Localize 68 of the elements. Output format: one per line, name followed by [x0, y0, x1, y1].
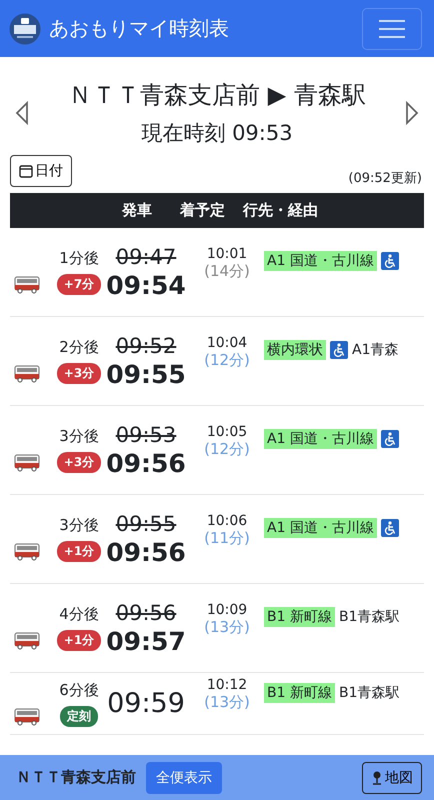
show-all-button[interactable]: 全便表示: [146, 762, 222, 794]
column-header: 発車: [122, 201, 152, 220]
travel-duration: (14分): [204, 262, 250, 280]
scheduled-time: 09:53: [116, 422, 176, 446]
next-arrow-icon[interactable]: [404, 101, 420, 125]
column-header: 着予定: [180, 201, 225, 220]
travel-duration: (12分): [204, 440, 250, 458]
pin-icon: [371, 770, 383, 786]
app-title: あおもりマイ時刻表: [49, 15, 229, 42]
destination: B1青森駅: [338, 684, 400, 702]
wait-time: 3分後: [59, 427, 99, 446]
route-label: B1 新町線: [264, 682, 335, 702]
arrival-time: 10:06: [206, 512, 248, 528]
delay-badge: +1分: [56, 630, 102, 651]
scheduled-time: 09:47: [116, 244, 176, 268]
wait-time: 4分後: [59, 605, 99, 624]
bus-icon: [14, 276, 40, 294]
route-label: B1 新町線: [264, 607, 335, 627]
wait-time: 2分後: [59, 338, 99, 357]
wait-time: 6分後: [59, 680, 99, 700]
wait-time: 3分後: [59, 516, 99, 535]
previous-arrow-icon[interactable]: [14, 101, 30, 125]
route-label: A1 国道・古川線: [264, 251, 377, 271]
stop-name: ＮＴＴ青森支店前: [16, 768, 136, 787]
current-time: 現在時刻 09:53: [141, 120, 293, 147]
scheduled-time: 09:55: [116, 512, 176, 536]
bus-icon: [14, 632, 40, 650]
update-time: (09:52更新): [348, 170, 422, 187]
departure-time: 09:55: [106, 360, 186, 388]
departure-time: 09:56: [106, 538, 186, 566]
map-button[interactable]: 地図: [362, 762, 422, 794]
arrival-time: 10:01: [206, 246, 248, 262]
logo-icon: [9, 12, 41, 44]
travel-duration: (13分): [204, 618, 250, 636]
delay-badge: +1分: [56, 541, 102, 562]
scheduled-time: 09:52: [116, 334, 176, 358]
departure-time: 09:54: [106, 270, 186, 300]
wait-time: 1分後: [59, 249, 99, 268]
menu-icon: [379, 18, 405, 38]
departure-time: 09:57: [106, 626, 186, 656]
travel-duration: (11分): [204, 528, 250, 548]
bus-icon: [14, 543, 40, 561]
bus-icon: [14, 365, 40, 383]
arrival-time: 10:09: [206, 602, 248, 618]
delay-badge: +3分: [56, 363, 102, 384]
delay-badge: +7分: [56, 274, 102, 295]
travel-duration: (12分): [204, 350, 250, 370]
arrival-time: 10:05: [206, 424, 248, 440]
arrival-time: 10:04: [206, 334, 248, 350]
calendar-icon: [19, 164, 33, 178]
route-label: A1 国道・古川線: [264, 518, 377, 538]
departure-time: 09:59: [107, 688, 185, 719]
delay-badge: +3分: [56, 452, 102, 473]
column-header: 行先・経由: [243, 201, 318, 220]
delay-badge: 定刻: [60, 706, 98, 726]
travel-duration: (13分): [204, 693, 250, 712]
bus-icon: [14, 454, 40, 472]
route-label: 横内環状: [264, 340, 326, 360]
bus-icon: [14, 708, 40, 726]
route-label: A1 国道・古川線: [264, 429, 377, 449]
date-button[interactable]: 日付: [10, 155, 72, 187]
route-title: ＮＴＴ青森支店前 ▶ 青森駅: [68, 80, 366, 111]
arrival-time: 10:12: [206, 677, 248, 693]
menu-button[interactable]: [362, 8, 422, 50]
departure-time: 09:56: [106, 448, 186, 478]
destination: B1青森駅: [338, 608, 400, 626]
destination: A1青森: [352, 341, 398, 359]
scheduled-time: 09:56: [116, 600, 176, 624]
